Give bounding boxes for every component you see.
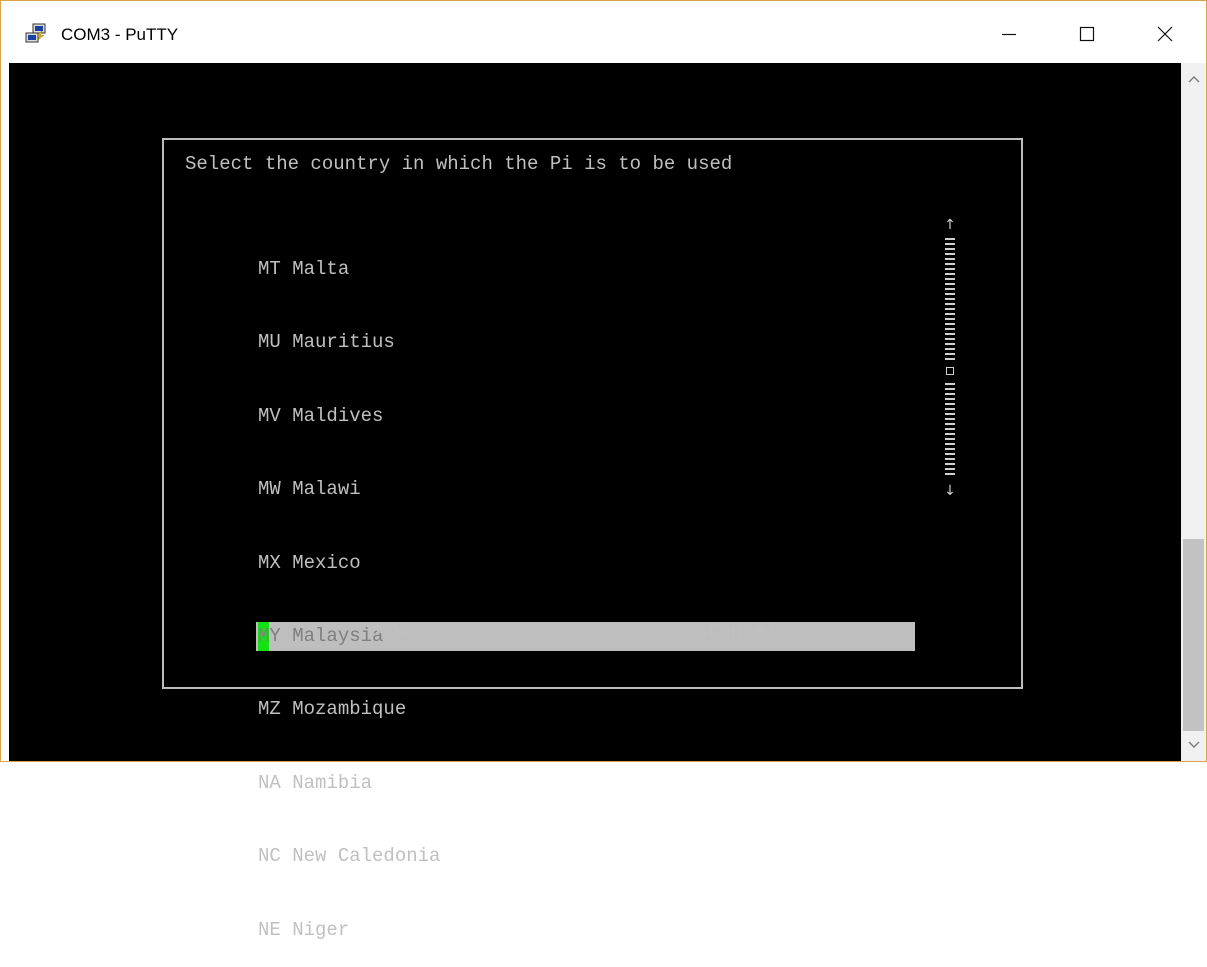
scrollbar-tick xyxy=(945,433,955,435)
list-item-label: MZ Mozambique xyxy=(258,698,407,721)
arrow-up-icon[interactable]: ↑ xyxy=(936,216,964,234)
list-item-label: MT Malta xyxy=(258,258,350,280)
list-item[interactable]: MU Mauritius xyxy=(256,328,916,357)
scrollbar-tick xyxy=(945,423,955,425)
cancel-button[interactable]: <Cancel> xyxy=(697,621,788,643)
terminal-cursor: M xyxy=(258,621,270,652)
scrollbar-tick xyxy=(945,318,955,320)
arrow-down-icon[interactable]: ↓ xyxy=(936,482,964,500)
list-item-label: NC New Caledonia xyxy=(258,845,441,868)
chevron-down-icon[interactable] xyxy=(1181,733,1206,757)
list-item[interactable]: NC New Caledonia xyxy=(256,842,916,871)
list-scrollbar-thumb[interactable] xyxy=(946,367,954,375)
scrollbar-tick xyxy=(945,238,955,240)
selected-item-rest: Y Malaysia xyxy=(269,624,384,647)
scrollbar-tick xyxy=(945,403,955,405)
chevron-up-icon[interactable] xyxy=(1181,67,1206,91)
scrollbar-tick xyxy=(945,253,955,255)
scrollbar-tick xyxy=(945,288,955,290)
ok-button[interactable]: <Ok> xyxy=(376,621,422,643)
list-item-label: NE Niger xyxy=(258,918,350,941)
scrollbar-tick xyxy=(945,338,955,340)
list-scrollbar-track[interactable] xyxy=(945,238,955,478)
scrollbar-tick xyxy=(945,283,955,285)
putty-app-icon[interactable] xyxy=(25,23,47,45)
scrollbar-tick xyxy=(945,353,955,355)
scrollbar-tick xyxy=(945,413,955,415)
scrollbar-tick xyxy=(945,463,955,465)
country-list[interactable]: MT Malta MU Mauritius MV Maldives MW Mal… xyxy=(256,211,916,967)
scrollbar-tick xyxy=(945,388,955,390)
scrollbar-tick xyxy=(945,398,955,400)
scrollbar-tick xyxy=(945,298,955,300)
selected-item-label: MY Malaysia xyxy=(258,621,384,652)
list-item[interactable]: MZ Mozambique xyxy=(256,695,916,724)
scrollbar-tick xyxy=(945,248,955,250)
close-icon xyxy=(1157,26,1173,42)
scrollbar-tick xyxy=(945,243,955,245)
scrollbar-tick xyxy=(945,268,955,270)
scrollbar-tick xyxy=(945,458,955,460)
scrollbar-tick xyxy=(945,313,955,315)
maximize-button[interactable] xyxy=(1059,9,1115,59)
dialog-prompt: Select the country in which the Pi is to… xyxy=(185,153,733,175)
list-item[interactable]: MV Maldives xyxy=(256,402,916,431)
scrollbar-tick xyxy=(945,263,955,265)
scrollbar-tick xyxy=(945,303,955,305)
close-button[interactable] xyxy=(1137,9,1193,59)
scrollbar-tick xyxy=(945,393,955,395)
list-item-label: MU Mauritius xyxy=(258,331,395,354)
minimize-icon xyxy=(1002,33,1016,36)
list-item-label: MX Mexico xyxy=(258,551,361,574)
scrollbar-tick xyxy=(945,448,955,450)
list-item-label: MV Maldives xyxy=(258,404,384,427)
list-item[interactable]: NE Niger xyxy=(256,916,916,945)
scrollbar-tick xyxy=(945,428,955,430)
scrollbar-tick xyxy=(945,453,955,455)
window-scrollbar-thumb[interactable] xyxy=(1183,539,1204,731)
scrollbar-tick xyxy=(945,418,955,420)
scrollbar-tick xyxy=(945,323,955,325)
list-item-label: MW Malawi xyxy=(258,478,361,501)
window-scrollbar[interactable] xyxy=(1181,63,1206,761)
scrollbar-tick xyxy=(945,343,955,345)
scrollbar-tick xyxy=(945,278,955,280)
scrollbar-tick xyxy=(945,438,955,440)
scrollbar-tick xyxy=(945,408,955,410)
list-item[interactable]: MT Malta xyxy=(256,255,916,284)
scrollbar-tick xyxy=(945,348,955,350)
scrollbar-tick xyxy=(945,473,955,475)
scrollbar-tick xyxy=(945,258,955,260)
scrollbar-tick xyxy=(945,468,955,470)
title-bar[interactable]: COM3 - PuTTY xyxy=(1,1,1206,63)
scrollbar-tick xyxy=(945,333,955,335)
list-item-label: NA Namibia xyxy=(258,771,373,794)
scrollbar-tick xyxy=(945,273,955,275)
list-item[interactable]: NA Namibia xyxy=(256,769,916,798)
scrollbar-tick xyxy=(945,383,955,385)
scrollbar-tick xyxy=(945,293,955,295)
minimize-button[interactable] xyxy=(981,9,1037,59)
scrollbar-tick xyxy=(945,328,955,330)
scrollbar-tick xyxy=(945,443,955,445)
list-scrollbar[interactable]: ↑ ↓ xyxy=(936,212,964,502)
scrollbar-tick xyxy=(945,358,955,360)
scrollbar-tick xyxy=(945,308,955,310)
list-item-selected[interactable]: MY Malaysia xyxy=(256,621,915,652)
list-item[interactable]: MX Mexico xyxy=(256,549,916,578)
window-title: COM3 - PuTTY xyxy=(61,25,179,44)
maximize-icon xyxy=(1079,26,1095,42)
list-item[interactable]: MW Malawi xyxy=(256,475,916,504)
